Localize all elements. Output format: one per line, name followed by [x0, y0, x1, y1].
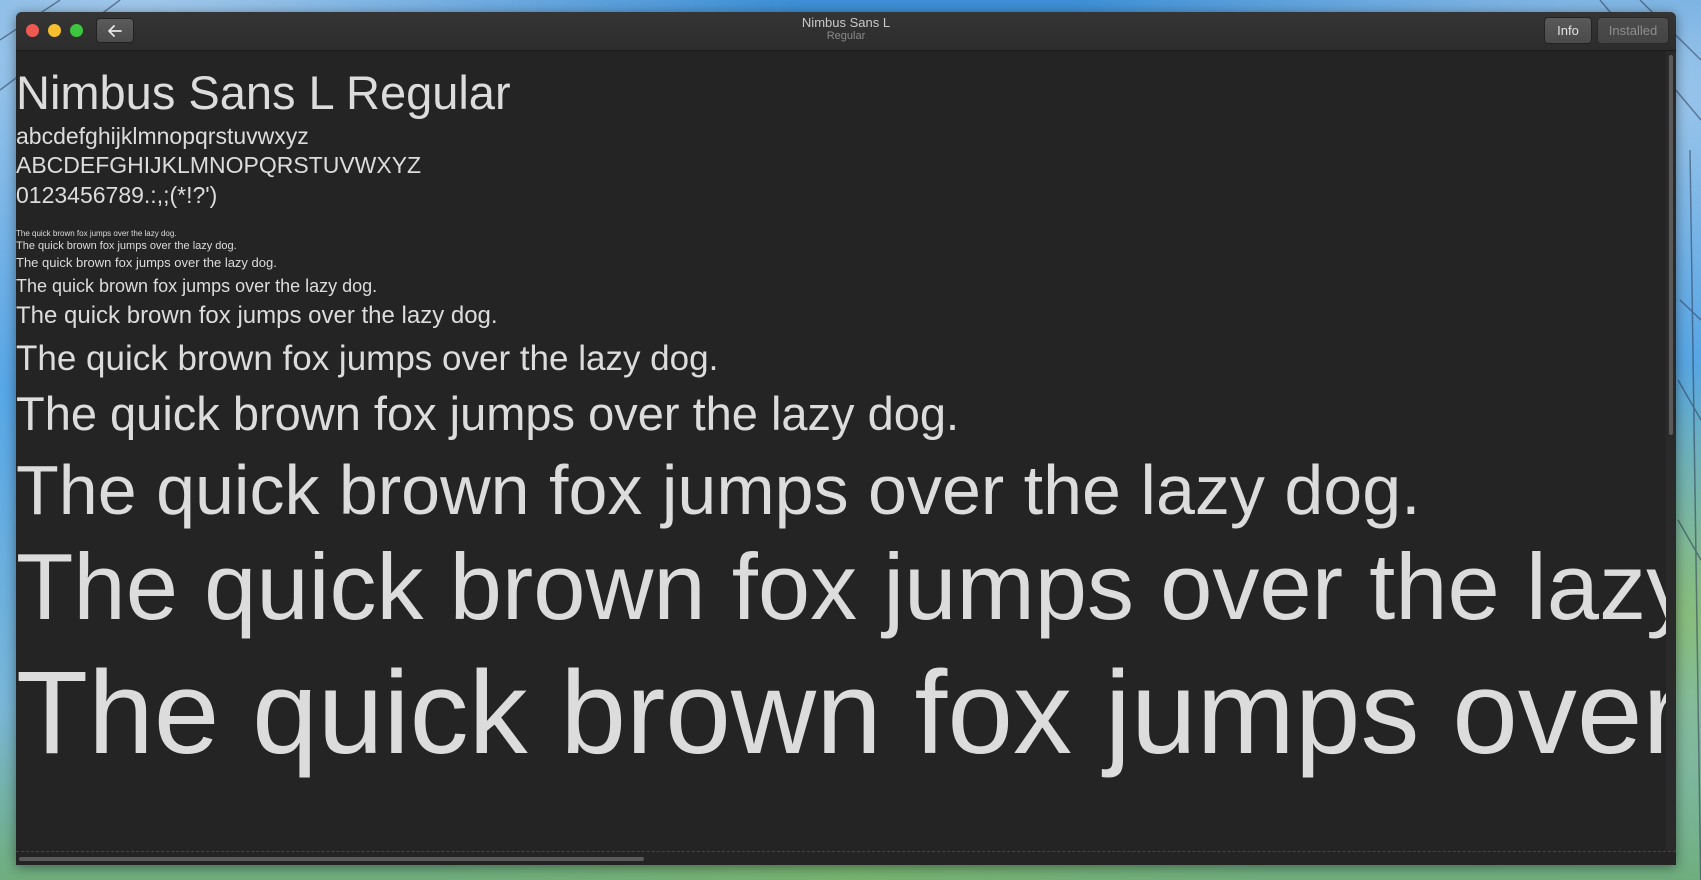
sample-line: The quick brown fox jumps over the lazy … — [16, 229, 177, 238]
font-viewer-window: Nimbus Sans L Regular Info Installed Nim… — [16, 12, 1676, 865]
window-title: Nimbus Sans L Regular — [16, 16, 1676, 42]
font-style-subtitle: Regular — [826, 30, 866, 42]
sample-line: The quick brown fox jumps over the lazy … — [16, 276, 378, 296]
sample-line: The quick brown fox jumps over the lazy … — [16, 302, 498, 329]
info-button[interactable]: Info — [1544, 17, 1592, 44]
font-preview: Nimbus Sans L Regular abcdefghijklmnopqr… — [16, 51, 1666, 851]
sample-line: The quick brown fox jumps over the lazy … — [16, 255, 277, 270]
preview-uppercase: ABCDEFGHIJKLMNOPQRSTUVWXYZ — [16, 152, 422, 178]
sample-line: The quick brown fox jumps over the lazy … — [16, 451, 1421, 529]
title-bar: Nimbus Sans L Regular Info Installed — [16, 12, 1676, 51]
preview-digits: 0123456789.:,;(*!?') — [16, 182, 218, 208]
horizontal-scrollbar-thumb[interactable] — [19, 857, 644, 861]
sample-line: The quick brown fox jumps over the lazy … — [16, 240, 237, 252]
vertical-scrollbar-thumb[interactable] — [1669, 55, 1673, 435]
sample-line: The quick brown fox jumps over the lazy … — [16, 647, 1666, 779]
sample-line: The quick brown fox jumps over the lazy … — [16, 387, 960, 440]
sample-line: The quick brown fox jumps over the lazy … — [16, 534, 1666, 639]
preview-lowercase: abcdefghijklmnopqrstuvwxyz — [16, 123, 309, 149]
horizontal-scrollbar[interactable] — [16, 851, 1676, 865]
vertical-scrollbar[interactable] — [1666, 51, 1676, 851]
font-preview-area[interactable]: Nimbus Sans L Regular abcdefghijklmnopqr… — [16, 51, 1676, 865]
installed-button[interactable]: Installed — [1597, 17, 1669, 44]
font-family-title: Nimbus Sans L — [801, 15, 891, 30]
preview-heading: Nimbus Sans L Regular — [16, 66, 511, 119]
sample-line: The quick brown fox jumps over the lazy … — [16, 339, 719, 378]
